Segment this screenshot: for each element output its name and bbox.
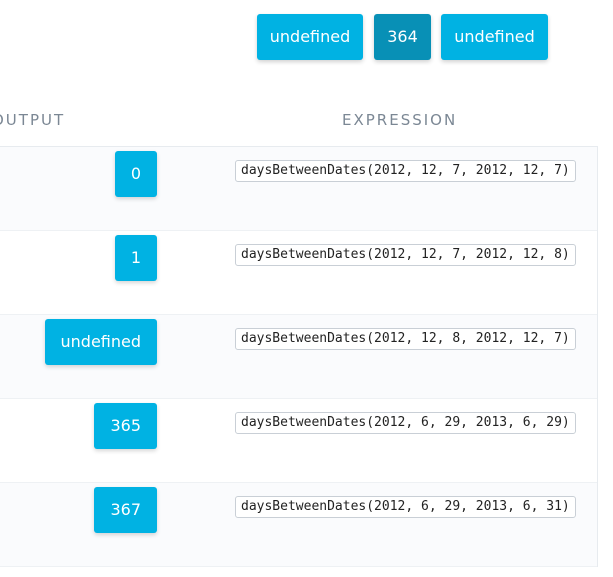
expression-code: daysBetweenDates(2012, 6, 29, 2013, 6, 2… <box>235 412 576 434</box>
output-value: undefined <box>44 319 157 365</box>
result-button-1[interactable]: undefined <box>257 14 363 60</box>
expression-code: daysBetweenDates(2012, 12, 8, 2012, 12, … <box>235 328 576 350</box>
table-row: undefined daysBetweenDates(2012, 12, 8, … <box>0 315 597 399</box>
table-row: 0 daysBetweenDates(2012, 12, 7, 2012, 12… <box>0 147 597 231</box>
output-column-header: OUTPUT <box>0 111 66 129</box>
result-button-3[interactable]: undefined <box>441 14 548 60</box>
output-value: 365 <box>94 403 157 449</box>
table-row: 365 daysBetweenDates(2012, 6, 29, 2013, … <box>0 399 597 483</box>
output-value: 1 <box>114 235 157 281</box>
table-row: 367 daysBetweenDates(2012, 6, 29, 2013, … <box>0 483 597 567</box>
top-controls: undefined 364 undefined <box>0 0 613 92</box>
expression-code: daysBetweenDates(2012, 6, 29, 2013, 6, 3… <box>235 496 576 518</box>
output-value: 367 <box>94 487 157 533</box>
output-value: 0 <box>114 151 157 197</box>
result-button-2[interactable]: 364 <box>374 14 431 60</box>
expression-code: daysBetweenDates(2012, 12, 7, 2012, 12, … <box>235 244 576 266</box>
results-table: 0 daysBetweenDates(2012, 12, 7, 2012, 12… <box>0 146 598 567</box>
expression-code: daysBetweenDates(2012, 12, 7, 2012, 12, … <box>235 160 576 182</box>
results-page: undefined 364 undefined OUTPUT EXPRESSIO… <box>0 0 613 577</box>
table-row: 1 daysBetweenDates(2012, 12, 7, 2012, 12… <box>0 231 597 315</box>
expression-column-header: EXPRESSION <box>342 111 458 129</box>
table-header: OUTPUT EXPRESSION <box>0 100 613 140</box>
